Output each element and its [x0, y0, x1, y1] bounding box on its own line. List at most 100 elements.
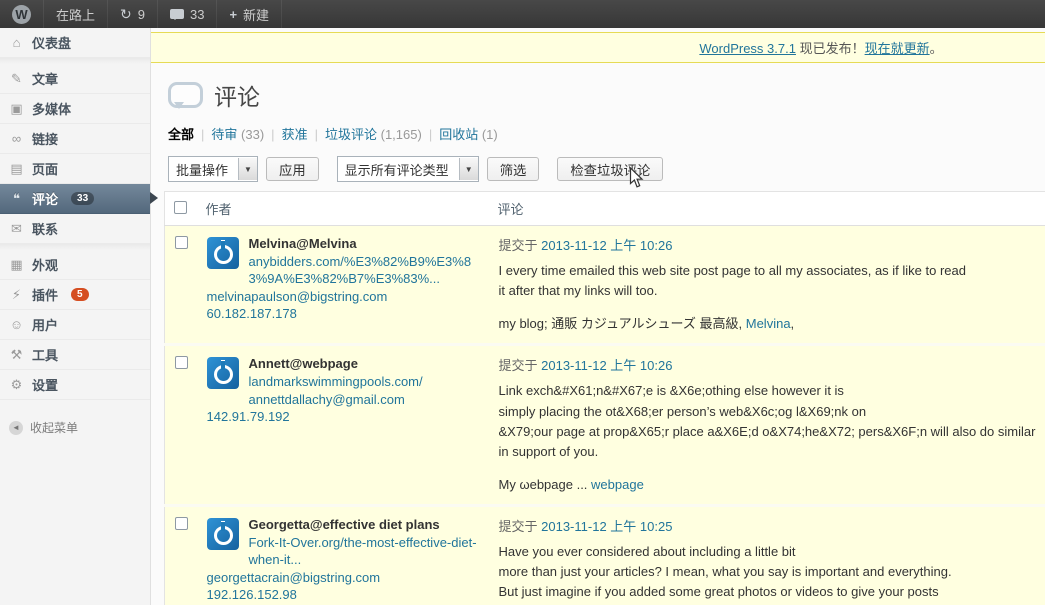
author-email-link[interactable]: annettdallachy@gmail.com: [249, 392, 405, 407]
comment-author-name: Annett@webpage: [248, 356, 358, 372]
media-icon: ▣: [10, 100, 23, 116]
check-spam-button[interactable]: 检查垃圾评论: [557, 157, 664, 181]
comment-text: I every time emailed this web site post …: [498, 263, 967, 299]
sidebar-item-posts[interactable]: ✎ 文章: [0, 64, 150, 94]
comment-footer-link[interactable]: webpage: [591, 477, 644, 492]
author-email-link[interactable]: georgettacrain@bigstring.com: [207, 570, 381, 585]
comment-row: Georgetta@effective diet plans Fork-It-O…: [164, 505, 1045, 605]
select-all-checkbox[interactable]: [174, 201, 187, 214]
author-ip-link[interactable]: 192.126.152.98: [207, 587, 297, 602]
comment-footer: my blog; 通販 カジュアルシューズ 最高級, Melvina,: [499, 314, 1045, 334]
sidebar-item-label: 多媒体: [32, 102, 72, 117]
comment-date-link[interactable]: 2013-11-12 上午 10:25: [541, 519, 672, 534]
updates-count: 9: [137, 6, 145, 22]
comment-text: Have you ever considered about including…: [498, 544, 1032, 605]
page-title: 评论: [214, 84, 260, 110]
sidebar-item-pages[interactable]: ▤ 页面: [0, 154, 150, 184]
sidebar-item-users[interactable]: ☺ 用户: [0, 310, 150, 340]
wordpress-version-link[interactable]: WordPress 3.7.1: [699, 41, 796, 56]
plus-icon: +: [229, 6, 238, 22]
comment-type-select[interactable]: 显示所有评论类型 ▼: [336, 156, 479, 182]
row-checkbox[interactable]: [175, 517, 188, 531]
wordpress-logo-link[interactable]: W: [0, 0, 44, 28]
sidebar-item-links[interactable]: ∞ 链接: [0, 124, 150, 154]
sidebar-item-label: 页面: [32, 162, 59, 177]
author-email-link[interactable]: melvinapaulson@bigstring.com: [207, 289, 388, 304]
comments-page-icon: [168, 82, 203, 109]
new-content-label: 新建: [243, 7, 270, 23]
sidebar-item-settings[interactable]: ⚙ 设置: [0, 370, 150, 400]
update-nag-banner: WordPress 3.7.1 现已发布！现在就更新。: [151, 32, 1045, 63]
comment-author-name: Georgetta@effective diet plans: [248, 517, 440, 533]
sidebar-item-contact[interactable]: ✉ 联系: [0, 214, 150, 244]
wordpress-logo-icon: W: [12, 4, 31, 24]
comment-footer-text: my blog; 通販 カジュアルシューズ 最高級,: [498, 316, 746, 332]
submitted-on: 提交于 2013-11-12 上午 10:25: [499, 516, 1045, 535]
tools-icon: ⚒: [10, 346, 23, 362]
links-icon: ∞: [11, 131, 22, 146]
sidebar-item-comments[interactable]: ❝ 评论 33: [0, 184, 158, 214]
avatar: [206, 518, 239, 551]
plugin-updates-badge: 5: [71, 288, 89, 301]
filter-all-link[interactable]: 全部: [168, 127, 194, 142]
new-content-link[interactable]: + 新建: [217, 0, 283, 28]
collapse-arrow-icon: ◄: [9, 420, 23, 435]
comments-table: 作者 评论 Melvina@Melvina anybidders.com/%E3…: [164, 191, 1045, 605]
collapse-menu-button[interactable]: ◄ 收起菜单: [0, 414, 150, 441]
submitted-on: 提交于 2013-11-12 上午 10:26: [499, 355, 1045, 374]
comment-author-name: Melvina@Melvina: [248, 236, 357, 251]
filter-spam-link[interactable]: 垃圾评论: [325, 127, 377, 142]
adminbar-comments-link[interactable]: 33: [158, 0, 218, 28]
site-name-link[interactable]: 在路上: [44, 0, 109, 28]
pages-icon: ▤: [10, 160, 23, 176]
pending-comments-badge: 33: [71, 192, 95, 205]
comment-date-link[interactable]: 2013-11-12 上午 10:26: [541, 238, 672, 253]
comment-row: Melvina@Melvina anybidders.com/%E3%82%B9…: [164, 225, 1045, 347]
collapse-menu-label: 收起菜单: [30, 421, 79, 435]
sidebar-item-label: 用户: [32, 318, 59, 333]
sidebar-item-label: 外观: [32, 258, 59, 273]
filter-separator: |: [271, 127, 275, 142]
filter-trash-link[interactable]: 回收站: [439, 127, 478, 142]
update-nag-suffix: 。: [929, 41, 943, 56]
comment-footer: My ωebpage ... webpage: [499, 475, 1045, 495]
row-checkbox[interactable]: [175, 236, 188, 249]
avatar: [206, 357, 239, 390]
admin-bar: W 在路上 ↻ 9 33 + 新建: [0, 0, 1045, 28]
updates-link[interactable]: ↻ 9: [108, 0, 158, 28]
admin-menu: ⌂ 仪表盘 ✎ 文章 ▣ 多媒体 ∞ 链接 ▤ 页面 ❝ 评论 33 ✉ 联系 …: [0, 28, 158, 605]
sidebar-item-label: 设置: [32, 378, 59, 393]
submitted-label: 提交于: [498, 238, 538, 253]
sidebar-item-dashboard[interactable]: ⌂ 仪表盘: [0, 28, 150, 58]
bulk-action-value: 批量操作: [176, 162, 229, 178]
bulk-action-select[interactable]: 批量操作 ▼: [168, 156, 259, 182]
site-name: 在路上: [56, 7, 96, 23]
sidebar-item-plugins[interactable]: ⚡ 插件 5: [0, 280, 150, 310]
author-url-link[interactable]: landmarkswimmingpools.com/: [249, 374, 423, 389]
comment-date-link[interactable]: 2013-11-12 上午 10:26: [541, 358, 672, 373]
appearance-icon: ▦: [10, 256, 23, 272]
table-header-row: 作者 评论: [164, 191, 1045, 226]
apply-button[interactable]: 应用: [266, 157, 319, 181]
filter-approved-link[interactable]: 获准: [282, 127, 308, 142]
comment-footer-text: My ωebpage ...: [498, 476, 592, 492]
author-ip-link[interactable]: 142.91.79.192: [207, 409, 290, 424]
filter-pending-link[interactable]: 待审: [211, 127, 237, 142]
main-content: WordPress 3.7.1 现已发布！现在就更新。 评论 全部 | 待审 (33…: [151, 28, 1045, 605]
author-ip-link[interactable]: 60.182.187.178: [207, 306, 297, 321]
row-checkbox[interactable]: [175, 356, 188, 370]
comments-icon: ❝: [13, 190, 20, 206]
filter-button[interactable]: 筛选: [486, 157, 540, 181]
sidebar-item-media[interactable]: ▣ 多媒体: [0, 94, 150, 124]
sidebar-item-appearance[interactable]: ▦ 外观: [0, 250, 150, 280]
sidebar-item-label: 工具: [32, 348, 59, 363]
update-now-link[interactable]: 现在就更新: [865, 41, 930, 56]
comment-footer-link[interactable]: Melvina: [746, 316, 791, 331]
submitted-on: 提交于 2013-11-12 上午 10:26: [499, 235, 1045, 254]
filter-trash-count: (1): [481, 127, 498, 142]
author-url-link[interactable]: Fork-It-Over.org/the-most-effective-diet…: [249, 535, 477, 568]
updates-icon: ↻: [120, 5, 132, 22]
author-url-link[interactable]: anybidders.com/%E3%82%B9%E3%83%9A%E3%82%…: [249, 254, 472, 287]
sidebar-item-tools[interactable]: ⚒ 工具: [0, 340, 150, 370]
comment-text: Link exch&#X61;n&#X67;e is &X6e;othing e…: [498, 383, 1036, 459]
